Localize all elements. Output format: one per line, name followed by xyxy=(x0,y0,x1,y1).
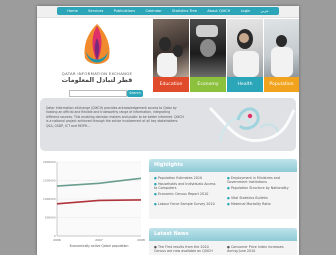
latest-news-title: Latest News xyxy=(149,228,297,241)
logo-icon[interactable] xyxy=(81,22,113,70)
news-label: The First results from the 2010 Census a… xyxy=(154,245,213,254)
highlight-label: Economic Census Report 2010 xyxy=(157,192,209,196)
highlight-label: Vital Statistics Bulletin xyxy=(230,196,268,200)
highlight-label: Maternal Mortality Ratio xyxy=(230,202,271,206)
highlight-link[interactable]: ● Vital Statistics Bulletin xyxy=(227,196,291,200)
search-button[interactable]: Search xyxy=(127,90,143,97)
chart-y-tick-label: 1000000 xyxy=(43,197,56,201)
tab-economy[interactable]: Economy xyxy=(190,77,226,92)
highlight-link[interactable]: ● Population Structure by Nationality xyxy=(227,186,291,190)
highlight-label: Households and Individuals Access to Com… xyxy=(154,182,216,191)
tab-health[interactable]: Health xyxy=(227,77,263,92)
chart-y-tick-label: 2000000 xyxy=(43,160,56,164)
chart-x-tick-label: 2006 xyxy=(53,238,61,242)
tab-education[interactable]: Education xyxy=(153,77,189,92)
highlight-link[interactable]: ● Maternal Mortality Ratio xyxy=(227,202,291,206)
chart-y-tick-label: 1500000 xyxy=(43,179,56,183)
chart-caption: Economically active Qatari population xyxy=(70,244,129,248)
top-navigation: Home Services Publications Calendar Stat… xyxy=(37,6,299,18)
nav-home[interactable]: Home xyxy=(67,9,78,13)
highlight-label: Employment in Ministries and Government … xyxy=(227,176,280,185)
highlight-link[interactable]: ● Population Estimates 2010 xyxy=(154,176,218,180)
highlight-label: Population Estimates 2010 xyxy=(157,176,203,180)
header-photos xyxy=(153,19,299,77)
nav-publications[interactable]: Publications xyxy=(114,9,136,13)
news-label: Consumer Price Index increases during Ju… xyxy=(227,245,284,254)
chart-y-tick-label: 500000 xyxy=(45,216,56,220)
category-tabs: Education Economy Health Population xyxy=(153,77,299,92)
nav-statistics-tree[interactable]: Statistics Tree xyxy=(172,9,197,13)
logo-area: QATAR INFORMATION EXCHANGE قطر لتبادل ال… xyxy=(45,18,149,98)
highlight-link[interactable]: ● Households and Individuals Access to C… xyxy=(154,182,218,191)
nav-calendar[interactable]: Calendar xyxy=(145,9,161,13)
page: Home Services Publications Calendar Stat… xyxy=(37,6,299,255)
nav-services[interactable]: Services xyxy=(88,9,103,13)
highlight-link[interactable]: ● Economic Census Report 2010 xyxy=(154,192,218,196)
highlight-label: Labour Force Sample Survey 2010 xyxy=(157,202,215,206)
chart-x-tick-label: 2008 xyxy=(137,238,145,242)
news-item[interactable]: ● The First results from the 2010 Census… xyxy=(154,245,218,254)
latest-news-panel: Latest News ● The First results from the… xyxy=(149,228,297,255)
nav-arabic[interactable]: ﻋﺮﺑﻲ xyxy=(261,9,269,13)
highlight-link[interactable]: ● Labour Force Sample Survey 2010 xyxy=(154,202,218,206)
calligraphy-graphic xyxy=(208,106,296,143)
highlight-link[interactable]: ● Employment in Ministries and Governmen… xyxy=(227,176,291,185)
photo-family xyxy=(264,19,299,77)
news-item[interactable]: ● Consumer Price Index increases during … xyxy=(227,245,291,254)
photo-doctor xyxy=(227,19,263,77)
highlights-title: Highlights xyxy=(149,159,297,172)
top-navigation-bar: Home Services Publications Calendar Stat… xyxy=(57,7,279,15)
chart-x-tick-label: 2007 xyxy=(95,238,103,242)
nav-about[interactable]: About QIXCH xyxy=(207,9,230,13)
photo-worker xyxy=(190,19,226,77)
intro-text: Qatar Information eXchange (QIXCH) provi… xyxy=(46,106,184,128)
photo-students xyxy=(153,19,189,77)
tab-population[interactable]: Population xyxy=(264,77,299,92)
search-input[interactable] xyxy=(69,90,127,97)
highlights-panel: Highlights ● Population Estimates 2010 ●… xyxy=(149,159,297,219)
population-chart: 20000001500000100000050000002006 2007 2008… xyxy=(43,160,145,248)
nav-login[interactable]: Login xyxy=(241,9,251,13)
logo-name-arabic: قطر لتبادل المعلومات xyxy=(61,76,133,84)
highlight-label: Population Structure by Nationality xyxy=(230,186,289,190)
intro-banner: Qatar Information eXchange (QIXCH) provi… xyxy=(40,98,296,151)
